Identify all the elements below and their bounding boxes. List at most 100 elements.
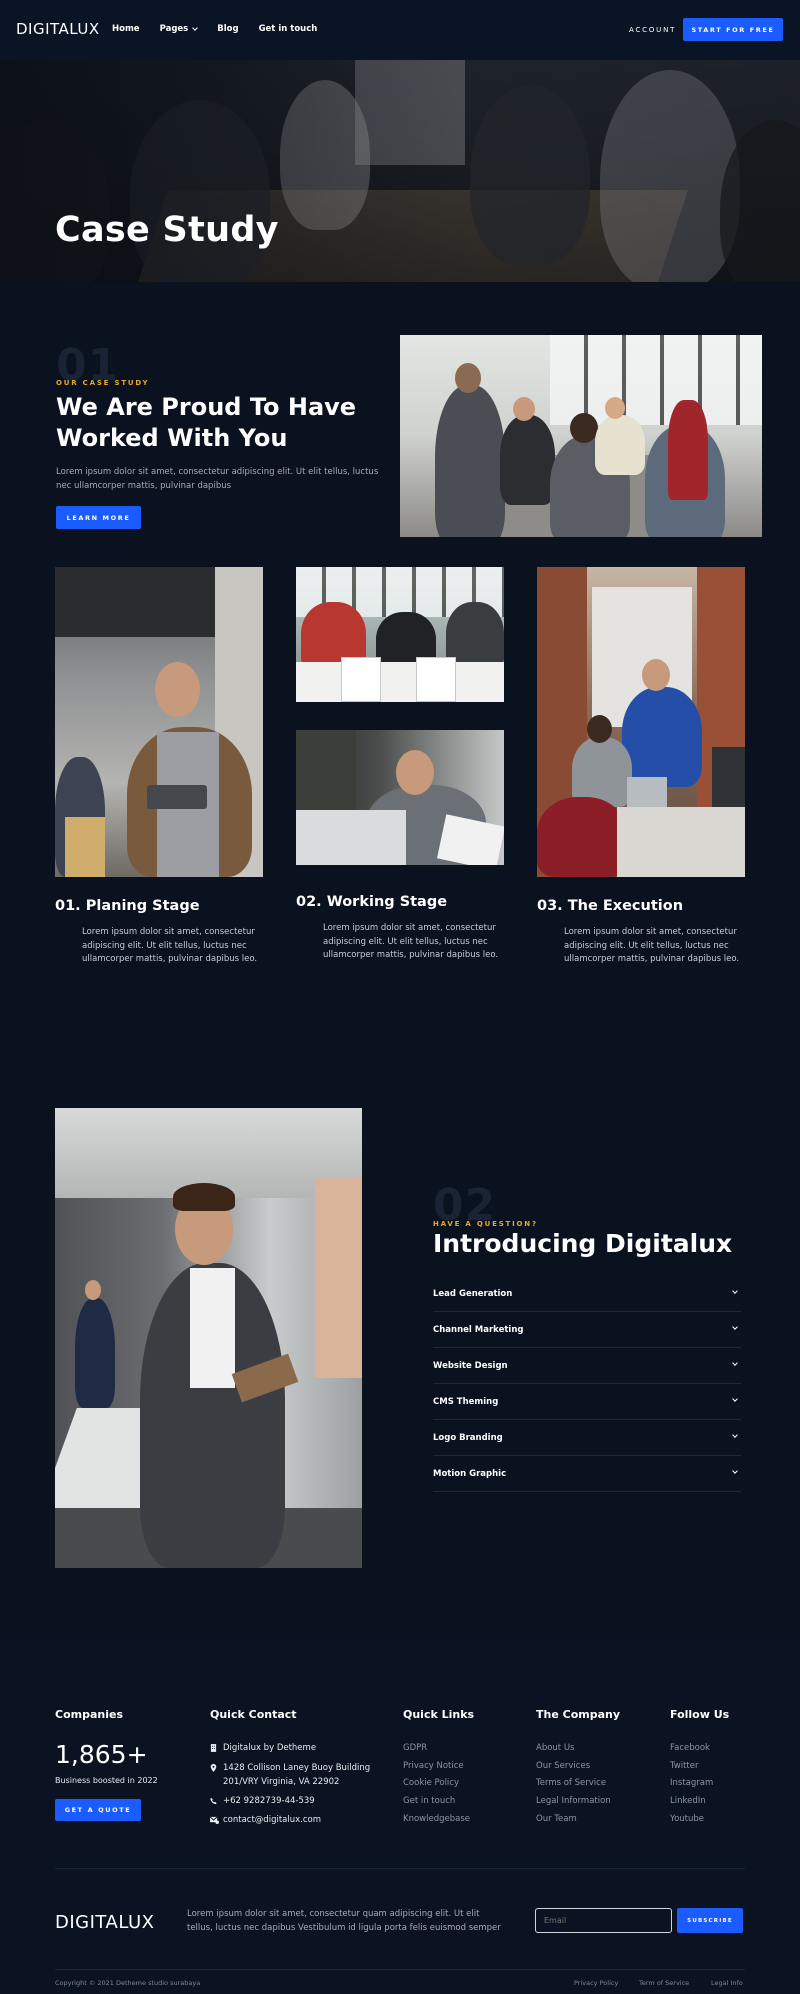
chevron-down-icon — [732, 1396, 738, 1402]
footer-link-gdpr[interactable]: GDPR — [403, 1740, 470, 1758]
phone-icon — [210, 1797, 217, 1805]
hero-banner: Case Study — [0, 60, 800, 282]
section-heading-line: We Are Proud To Have — [56, 393, 357, 421]
stage-description-line: Lorem ipsum dolor sit amet, consectetur — [323, 923, 496, 933]
section-heading: We Are Proud To Have Worked With You — [56, 392, 356, 454]
companies-count: 1,865+ — [55, 1740, 148, 1769]
accordion-item-cms-theming[interactable]: CMS Theming — [433, 1384, 741, 1420]
footer-link-twitter[interactable]: Twitter — [670, 1758, 713, 1776]
quick-links-list: GDPR Privacy Notice Cookie Policy Get in… — [403, 1740, 470, 1829]
description-line: Lorem ipsum dolor sit amet, consectetur … — [56, 467, 379, 477]
legal-link-privacy-policy[interactable]: Privacy Policy — [574, 1979, 618, 1987]
accordion-label: Logo Branding — [433, 1433, 503, 1443]
brand-text-line: tellus, luctus nec dapibus Vestibulum id… — [187, 1923, 501, 1933]
nav-link-pages-label: Pages — [159, 24, 189, 34]
stage-description-line: adipiscing elit. Ut elit tellus, luctus … — [82, 940, 247, 951]
footer-link-about-us[interactable]: About Us — [536, 1740, 611, 1758]
section-heading-line: Worked With You — [56, 424, 288, 452]
company-links-list: About Us Our Services Terms of Service L… — [536, 1740, 611, 1829]
footer-link-facebook[interactable]: Facebook — [670, 1740, 713, 1758]
footer-brand-text: Lorem ipsum dolor sit amet, consectetur … — [187, 1907, 501, 1935]
execution-photo — [537, 567, 745, 877]
footer-link-our-team[interactable]: Our Team — [536, 1811, 611, 1829]
nav-menu: Home Pages Blog Get in touch — [112, 24, 317, 34]
stage-description: Lorem ipsum dolor sit amet, consectetur … — [323, 922, 498, 963]
location-pin-icon — [210, 1764, 217, 1772]
learn-more-button[interactable]: LEARN MORE — [56, 506, 141, 529]
page-title: Case Study — [55, 210, 279, 250]
footer-heading-quick-links: Quick Links — [403, 1708, 475, 1721]
accordion-item-website-design[interactable]: Website Design — [433, 1348, 741, 1384]
footer-link-cookie-policy[interactable]: Cookie Policy — [403, 1775, 470, 1793]
footer-heading-the-company: The Company — [536, 1708, 621, 1721]
legal-link-legal-info[interactable]: Legal Info — [711, 1979, 743, 1987]
chevron-down-icon — [732, 1324, 738, 1330]
legal-link-term-of-service[interactable]: Term of Service — [639, 1979, 689, 1987]
get-a-quote-button[interactable]: GET A QUOTE — [55, 1799, 141, 1821]
newsletter-email-input[interactable] — [535, 1908, 672, 1933]
site-logo[interactable]: DIGITALUX — [16, 20, 100, 38]
footer-bottom-divider — [55, 1969, 745, 1970]
contact-email[interactable]: contact@digitalux.com — [210, 1815, 390, 1827]
section-heading: Introducing Digitalux — [433, 1229, 733, 1258]
accordion-label: Channel Marketing — [433, 1325, 524, 1335]
nav-link-pages[interactable]: Pages — [159, 24, 199, 34]
start-for-free-button[interactable]: START FOR FREE — [683, 18, 783, 41]
chevron-down-icon — [732, 1360, 738, 1366]
accordion-item-lead-generation[interactable]: Lead Generation — [433, 1276, 741, 1312]
footer-link-get-in-touch[interactable]: Get in touch — [403, 1793, 470, 1811]
footer-heading-follow-us: Follow Us — [670, 1708, 730, 1721]
companies-caption: Business boosted in 2022 — [55, 1776, 158, 1785]
footer-link-privacy-notice[interactable]: Privacy Notice — [403, 1758, 470, 1776]
stage-description: Lorem ipsum dolor sit amet, consectetur … — [564, 926, 739, 967]
contact-address: 1428 Collison Laney Buoy Building 201/VR… — [210, 1763, 390, 1789]
footer-divider — [55, 1868, 745, 1869]
team-meeting-photo — [400, 335, 762, 537]
stage-description: Lorem ipsum dolor sit amet, consectetur … — [82, 926, 257, 967]
contact-email-text: contact@digitalux.com — [223, 1815, 321, 1825]
stage-description-line: ullamcorper mattis, pulvinar dapibus leo… — [323, 950, 499, 960]
footer-link-youtube[interactable]: Youtube — [670, 1811, 713, 1829]
accordion-item-motion-graphic[interactable]: Motion Graphic — [433, 1456, 741, 1492]
chevron-down-icon — [732, 1288, 738, 1294]
footer-logo[interactable]: DIGITALUX — [55, 1912, 154, 1933]
account-link[interactable]: ACCOUNT — [629, 26, 676, 34]
chevron-down-icon — [192, 24, 199, 31]
accordion-label: Lead Generation — [433, 1289, 513, 1299]
accordion-label: Motion Graphic — [433, 1469, 507, 1479]
footer-link-knowledgebase[interactable]: Knowledgebase — [403, 1811, 470, 1829]
footer-link-our-services[interactable]: Our Services — [536, 1758, 611, 1776]
nav-link-blog[interactable]: Blog — [217, 24, 238, 34]
footer-link-instagram[interactable]: Instagram — [670, 1775, 713, 1793]
mail-icon — [210, 1816, 219, 1824]
accordion-item-channel-marketing[interactable]: Channel Marketing — [433, 1312, 741, 1348]
accordion-label: Website Design — [433, 1361, 508, 1371]
stage-title: 02. Working Stage — [296, 894, 448, 910]
working-stage-photo-top — [296, 567, 504, 702]
description-line: nec ullamcorper mattis, pulvinar dapibus — [56, 480, 232, 491]
chevron-down-icon — [732, 1468, 738, 1474]
accordion-label: CMS Theming — [433, 1397, 499, 1407]
nav-link-get-in-touch[interactable]: Get in touch — [259, 24, 318, 34]
footer-link-linkedin[interactable]: LinkedIn — [670, 1793, 713, 1811]
stage-description-line: adipiscing elit. Ut elit tellus, luctus … — [564, 940, 729, 951]
footer-link-legal-information[interactable]: Legal Information — [536, 1793, 611, 1811]
nav-link-home[interactable]: Home — [112, 24, 140, 34]
stage-title: 03. The Execution — [537, 898, 684, 914]
contact-phone[interactable]: +62 9282739-44-539 — [210, 1796, 390, 1808]
contact-company-text: Digitalux by Detheme — [223, 1743, 317, 1753]
footer-link-terms-of-service[interactable]: Terms of Service — [536, 1775, 611, 1793]
footer-heading-quick-contact: Quick Contact — [210, 1708, 297, 1721]
section-eyebrow: OUR CASE STUDY — [56, 379, 150, 387]
address-line: 1428 Collison Laney Buoy Building — [223, 1763, 371, 1773]
footer-heading-companies: Companies — [55, 1708, 123, 1721]
subscribe-button[interactable]: SUBSCRIBE — [677, 1908, 743, 1933]
top-navbar: DIGITALUX Home Pages Blog Get in touch A… — [0, 0, 800, 60]
section-eyebrow: HAVE A QUESTION? — [433, 1220, 538, 1228]
chevron-down-icon — [732, 1432, 738, 1438]
building-icon — [210, 1744, 217, 1752]
working-stage-photo-bottom — [296, 730, 504, 865]
accordion-item-logo-branding[interactable]: Logo Branding — [433, 1420, 741, 1456]
section-description: Lorem ipsum dolor sit amet, consectetur … — [56, 466, 378, 493]
contact-company: Digitalux by Detheme — [210, 1743, 390, 1755]
